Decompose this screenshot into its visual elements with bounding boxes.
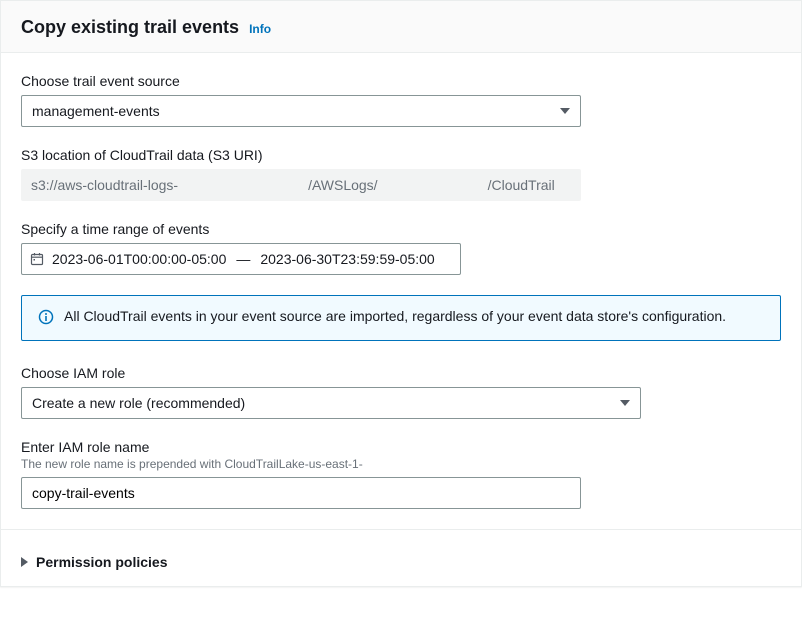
s3-location-label: S3 location of CloudTrail data (S3 URI) bbox=[21, 147, 781, 163]
permission-policies-expander[interactable]: Permission policies bbox=[1, 540, 801, 586]
time-range-label: Specify a time range of events bbox=[21, 221, 781, 237]
divider bbox=[1, 529, 801, 530]
panel-title: Copy existing trail events bbox=[21, 17, 239, 38]
caret-down-icon bbox=[550, 96, 580, 126]
s3-location-value: s3://aws-cloudtrail-logs- /AWSLogs/ /Cloud… bbox=[21, 169, 581, 201]
time-range-start: 2023-06-01T00:00:00-05:00 bbox=[52, 251, 226, 267]
import-info-text: All CloudTrail events in your event sour… bbox=[64, 308, 726, 324]
import-info-banner: All CloudTrail events in your event sour… bbox=[21, 295, 781, 341]
iam-role-name-label: Enter IAM role name bbox=[21, 439, 781, 455]
trail-event-source-label: Choose trail event source bbox=[21, 73, 781, 89]
time-range-separator: — bbox=[234, 251, 252, 267]
info-icon bbox=[38, 309, 54, 328]
iam-role-value: Create a new role (recommended) bbox=[32, 395, 245, 411]
s3-uri-prefix: s3://aws-cloudtrail-logs- bbox=[31, 177, 178, 193]
iam-role-name-input[interactable] bbox=[21, 477, 581, 509]
s3-location-group: S3 location of CloudTrail data (S3 URI) … bbox=[21, 147, 781, 201]
panel-body: Choose trail event source management-eve… bbox=[1, 53, 801, 540]
panel-header: Copy existing trail events Info bbox=[1, 1, 801, 53]
trail-event-source-group: Choose trail event source management-eve… bbox=[21, 73, 781, 127]
permission-policies-label: Permission policies bbox=[36, 554, 168, 570]
info-link[interactable]: Info bbox=[249, 22, 271, 36]
trail-event-source-value: management-events bbox=[32, 103, 160, 119]
caret-right-icon bbox=[21, 557, 28, 567]
iam-role-group: Choose IAM role Create a new role (recom… bbox=[21, 365, 781, 419]
trail-event-source-select[interactable]: management-events bbox=[21, 95, 581, 127]
iam-role-name-hint: The new role name is prepended with Clou… bbox=[21, 457, 781, 471]
iam-role-label: Choose IAM role bbox=[21, 365, 781, 381]
time-range-picker[interactable]: 2023-06-01T00:00:00-05:00 — 2023-06-30T2… bbox=[21, 243, 461, 275]
calendar-icon bbox=[30, 252, 44, 266]
copy-existing-trail-events-panel: Copy existing trail events Info Choose t… bbox=[0, 0, 802, 587]
iam-role-name-group: Enter IAM role name The new role name is… bbox=[21, 439, 781, 509]
s3-uri-cloudtrail: /CloudTrail bbox=[488, 177, 555, 193]
caret-down-icon bbox=[610, 388, 640, 418]
iam-role-select[interactable]: Create a new role (recommended) bbox=[21, 387, 641, 419]
time-range-group: Specify a time range of events 2023-06-0… bbox=[21, 221, 781, 275]
s3-uri-awslogs: /AWSLogs/ bbox=[308, 177, 378, 193]
time-range-end: 2023-06-30T23:59:59-05:00 bbox=[260, 251, 434, 267]
